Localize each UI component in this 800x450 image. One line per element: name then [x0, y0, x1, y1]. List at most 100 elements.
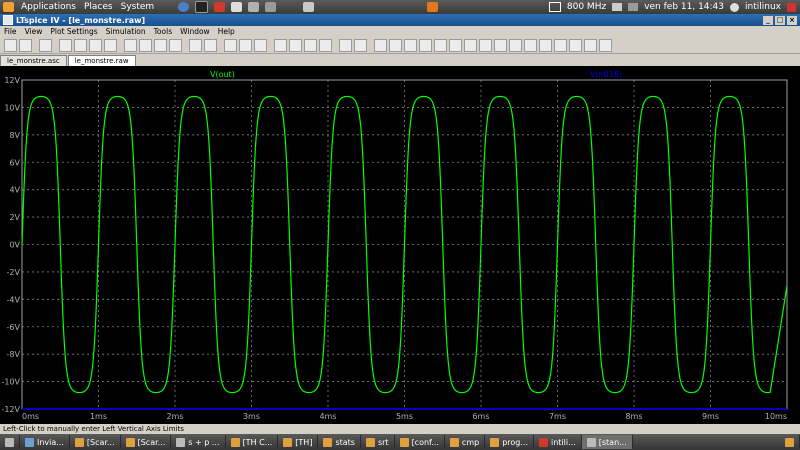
save-icon[interactable]	[39, 38, 52, 52]
app-launcher-icon[interactable]	[265, 2, 277, 12]
mail-icon	[25, 437, 34, 447]
menu-window[interactable]: Window	[176, 27, 214, 36]
taskbar-item[interactable]: intili...	[534, 435, 582, 449]
filezilla-icon[interactable]	[214, 2, 226, 12]
x-tick-label: 5ms	[396, 412, 413, 421]
ground-icon[interactable]	[389, 38, 402, 52]
close-button[interactable]: ×	[787, 15, 797, 25]
menu-file[interactable]: File	[0, 27, 21, 36]
pick-visible-traces-icon[interactable]	[204, 38, 217, 52]
waveform-chart[interactable]: 12V 10V 8V 6V 4V 2V 0V -2V -4V -6V -8V -10V -12V0ms 1…	[0, 66, 800, 424]
y-tick-label: 6V	[9, 158, 20, 167]
folder-icon[interactable]	[427, 2, 439, 12]
cascade-icon[interactable]	[254, 38, 267, 52]
folder-icon	[399, 437, 409, 447]
capacitor-icon[interactable]	[434, 38, 447, 52]
component-icon[interactable]	[479, 38, 492, 52]
autorange-icon[interactable]	[189, 38, 202, 52]
zoom-pan-icon[interactable]	[139, 38, 152, 52]
pdf-viewer-icon[interactable]	[303, 2, 315, 12]
calculator-icon[interactable]	[248, 2, 260, 12]
menu-help[interactable]: Help	[214, 27, 239, 36]
folder-icon	[323, 437, 333, 447]
redo-icon[interactable]	[539, 38, 552, 52]
tile-vertical-icon[interactable]	[224, 38, 237, 52]
taskbar-item[interactable]: srt	[361, 435, 395, 449]
status-bar: Left-Click to manually enter Left Vertic…	[0, 424, 800, 434]
hand-icon[interactable]	[104, 38, 117, 52]
open-icon[interactable]	[19, 38, 32, 52]
taskbar-item[interactable]: [Scar...	[70, 435, 121, 449]
taskbar-item[interactable]: cmp	[445, 435, 486, 449]
diode-icon[interactable]	[464, 38, 477, 52]
menu-view[interactable]: View	[21, 27, 47, 36]
taskbar-item[interactable]: [TH C...	[226, 435, 279, 449]
drag-icon[interactable]	[509, 38, 522, 52]
text-editor-icon[interactable]	[231, 2, 243, 12]
tab-schematic[interactable]: le_monstre.asc	[0, 55, 67, 66]
thunderbird-icon[interactable]	[178, 2, 190, 12]
window-titlebar[interactable]: LTspice IV - [le_monstre.raw] _ □ ×	[0, 14, 800, 26]
rotate-icon[interactable]	[554, 38, 567, 52]
waveform-plot[interactable]: 12V 10V 8V 6V 4V 2V 0V -2V -4V -6V -8V -10V -12V 0ms 1…	[0, 66, 800, 424]
taskbar-item[interactable]: [stan...	[581, 435, 633, 449]
taskbar-item[interactable]: [TH]	[278, 435, 319, 449]
x-tick-label: 3ms	[243, 412, 260, 421]
control-panel-icon[interactable]	[59, 38, 72, 52]
minimize-button[interactable]: _	[763, 15, 773, 25]
halt-icon[interactable]	[89, 38, 102, 52]
cut-icon[interactable]	[274, 38, 287, 52]
taskbar-item[interactable]: prog...	[485, 435, 534, 449]
tab-waveform[interactable]: le_monstre.raw	[67, 55, 136, 66]
mirror-icon[interactable]	[569, 38, 582, 52]
paste-icon[interactable]	[304, 38, 317, 52]
y-tick-label: 4V	[9, 186, 20, 195]
trace-label: V(n016)	[590, 70, 622, 79]
resistor-icon[interactable]	[419, 38, 432, 52]
run-icon[interactable]	[74, 38, 87, 52]
taskbar-item[interactable]: [conf...	[395, 435, 445, 449]
new-schematic-icon[interactable]	[4, 38, 17, 52]
power-icon[interactable]	[787, 2, 796, 12]
foot-icon[interactable]	[3, 2, 14, 12]
username[interactable]: intilinux	[745, 2, 781, 12]
zoom-fit-icon[interactable]	[169, 38, 182, 52]
clock[interactable]: ven feb 11, 14:43	[644, 2, 724, 12]
menu-system[interactable]: System	[117, 2, 159, 12]
copy-icon[interactable]	[289, 38, 302, 52]
taskbar: Invia... [Scar... [Scar... s + p ... [TH…	[0, 434, 800, 450]
menu-applications[interactable]: Applications	[17, 2, 80, 12]
text-icon[interactable]	[584, 38, 597, 52]
trash-icon	[785, 437, 794, 447]
spice-directive-icon[interactable]	[599, 38, 612, 52]
menu-places[interactable]: Places	[80, 2, 117, 12]
zoom-in-icon[interactable]	[124, 38, 137, 52]
network-icon[interactable]	[612, 3, 623, 11]
x-tick-label: 9ms	[702, 412, 719, 421]
terminal-icon[interactable]	[195, 1, 209, 13]
document-tabs: le_monstre.asc le_monstre.raw	[0, 55, 800, 66]
print-icon[interactable]	[354, 38, 367, 52]
inductor-icon[interactable]	[449, 38, 462, 52]
volume-icon[interactable]	[628, 3, 639, 11]
undo-icon[interactable]	[524, 38, 537, 52]
label-net-icon[interactable]	[404, 38, 417, 52]
taskbar-item[interactable]: [Scar...	[121, 435, 172, 449]
menu-plot-settings[interactable]: Plot Settings	[46, 27, 101, 36]
zoom-out-icon[interactable]	[154, 38, 167, 52]
find-icon[interactable]	[319, 38, 332, 52]
wire-icon[interactable]	[374, 38, 387, 52]
print-setup-icon[interactable]	[339, 38, 352, 52]
cpu-monitor-icon	[548, 2, 561, 12]
move-icon[interactable]	[494, 38, 507, 52]
taskbar-item[interactable]: stats	[318, 435, 361, 449]
menu-simulation[interactable]: Simulation	[102, 27, 150, 36]
taskbar-show-desktop[interactable]	[0, 435, 20, 449]
taskbar-item[interactable]: s + p ...	[171, 435, 226, 449]
taskbar-trash[interactable]	[780, 435, 800, 449]
menu-tools[interactable]: Tools	[150, 27, 176, 36]
taskbar-item[interactable]: Invia...	[20, 435, 70, 449]
maximize-button[interactable]: □	[775, 15, 785, 25]
y-tick-label: 0V	[9, 241, 20, 250]
tile-horizontal-icon[interactable]	[239, 38, 252, 52]
